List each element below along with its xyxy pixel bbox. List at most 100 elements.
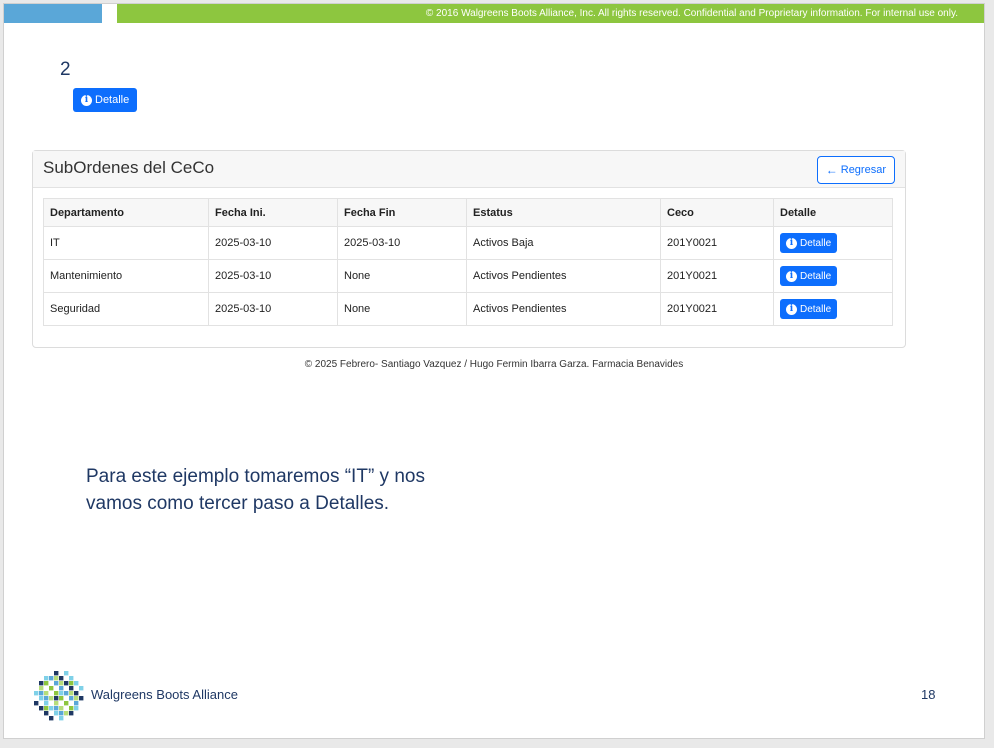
logo-tile bbox=[39, 706, 44, 711]
row-detail-button[interactable]: i Detalle bbox=[780, 299, 838, 319]
suborders-card: SubOrdenes del CeCo ← Regresar Departame… bbox=[32, 150, 906, 348]
logo-tile bbox=[49, 706, 54, 711]
header-copyright: © 2016 Walgreens Boots Alliance, Inc. Al… bbox=[117, 4, 984, 23]
logo-tile bbox=[69, 691, 74, 696]
logo-tile bbox=[59, 706, 64, 711]
cell-departamento: Mantenimiento bbox=[43, 259, 209, 293]
row-detail-button[interactable]: i Detalle bbox=[780, 233, 838, 253]
logo-tile bbox=[54, 701, 59, 706]
logo-tile bbox=[64, 671, 69, 676]
logo-tile bbox=[74, 681, 79, 686]
logo-tile bbox=[49, 686, 54, 691]
logo-tile bbox=[59, 691, 64, 696]
cell-fecha-fin: None bbox=[337, 292, 467, 326]
caption-text: Para este ejemplo tomaremos “IT” y nos v… bbox=[86, 466, 425, 514]
logo-tile bbox=[44, 676, 49, 681]
logo-tile bbox=[39, 681, 44, 686]
logo-tile bbox=[69, 686, 74, 691]
table-row: IT 2025-03-10 2025-03-10 Activos Baja 20… bbox=[43, 226, 893, 260]
logo-tile bbox=[74, 701, 79, 706]
back-button-label: Regresar bbox=[840, 164, 886, 176]
info-icon: i bbox=[786, 270, 797, 282]
logo-tile bbox=[54, 676, 59, 681]
cell-departamento: Seguridad bbox=[43, 292, 209, 326]
cell-fecha-fin: None bbox=[337, 259, 467, 293]
logo-tile bbox=[64, 681, 69, 686]
header-ceco: Ceco bbox=[660, 198, 774, 227]
logo-tile bbox=[44, 691, 49, 696]
logo-tile bbox=[59, 676, 64, 681]
logo-tile bbox=[44, 681, 49, 686]
cell-estatus: Activos Pendientes bbox=[466, 259, 661, 293]
header-departamento: Departamento bbox=[43, 198, 209, 227]
detail-button-label: Detalle bbox=[95, 94, 130, 106]
logo-tile bbox=[34, 701, 39, 706]
logo-tile bbox=[64, 711, 69, 716]
logo-tile bbox=[59, 716, 64, 721]
header-fecha-ini: Fecha Ini. bbox=[208, 198, 338, 227]
row-detail-label: Detalle bbox=[800, 237, 832, 249]
cell-fecha-ini: 2025-03-10 bbox=[208, 259, 338, 293]
info-icon: i bbox=[786, 237, 797, 249]
logo-tile bbox=[69, 681, 74, 686]
table-header-row: Departamento Fecha Ini. Fecha Fin Estatu… bbox=[43, 198, 893, 227]
logo-tile bbox=[44, 696, 49, 701]
logo-tile bbox=[54, 681, 59, 686]
logo-tile bbox=[39, 686, 44, 691]
logo-tile bbox=[59, 681, 64, 686]
back-button[interactable]: ← Regresar bbox=[816, 156, 895, 184]
logo-tile bbox=[54, 711, 59, 716]
card-header: SubOrdenes del CeCo ← Regresar bbox=[33, 151, 905, 188]
logo-tile bbox=[69, 696, 74, 701]
logo-tile bbox=[39, 691, 44, 696]
walgreens-boots-alliance-logo-icon bbox=[34, 671, 84, 721]
logo-tile bbox=[79, 686, 84, 691]
header-bar-blue bbox=[4, 4, 102, 23]
logo-tile bbox=[69, 706, 74, 711]
cell-fecha-fin: 2025-03-10 bbox=[337, 226, 467, 260]
info-icon: i bbox=[81, 94, 92, 106]
table-row: Mantenimiento 2025-03-10 None Activos Pe… bbox=[43, 259, 893, 293]
cell-detalle: i Detalle bbox=[773, 226, 893, 260]
detail-button[interactable]: i Detalle bbox=[73, 88, 138, 112]
cell-ceco: 201Y0021 bbox=[660, 259, 774, 293]
row-detail-button[interactable]: i Detalle bbox=[780, 266, 838, 286]
logo-tile bbox=[74, 706, 79, 711]
logo-tile bbox=[49, 696, 54, 701]
logo-tile bbox=[64, 701, 69, 706]
logo-tile bbox=[74, 691, 79, 696]
logo-tile bbox=[69, 676, 74, 681]
cell-fecha-ini: 2025-03-10 bbox=[208, 292, 338, 326]
logo-tile bbox=[59, 686, 64, 691]
logo-tile bbox=[49, 716, 54, 721]
cell-fecha-ini: 2025-03-10 bbox=[208, 226, 338, 260]
cell-estatus: Activos Baja bbox=[466, 226, 661, 260]
header-estatus: Estatus bbox=[466, 198, 661, 227]
cell-ceco: 201Y0021 bbox=[660, 226, 774, 260]
logo-tile bbox=[59, 711, 64, 716]
logo-tile bbox=[44, 706, 49, 711]
arrow-left-icon: ← bbox=[825, 163, 838, 177]
table-row: Seguridad 2025-03-10 None Activos Pendie… bbox=[43, 292, 893, 326]
cell-estatus: Activos Pendientes bbox=[466, 292, 661, 326]
logo-tile bbox=[54, 706, 59, 711]
card-title: SubOrdenes del CeCo bbox=[43, 158, 215, 177]
step-number: 2 bbox=[60, 59, 71, 80]
logo-tile bbox=[44, 701, 49, 706]
logo-tile bbox=[39, 696, 44, 701]
row-detail-label: Detalle bbox=[800, 303, 832, 315]
row-detail-label: Detalle bbox=[800, 270, 832, 282]
cell-departamento: IT bbox=[43, 226, 209, 260]
cell-ceco: 201Y0021 bbox=[660, 292, 774, 326]
cell-detalle: i Detalle bbox=[773, 292, 893, 326]
logo-tile bbox=[74, 696, 79, 701]
logo-tile bbox=[64, 691, 69, 696]
logo-tile bbox=[54, 696, 59, 701]
info-icon: i bbox=[786, 303, 797, 315]
logo-text: Walgreens Boots Alliance bbox=[91, 687, 238, 702]
page-number: 18 bbox=[921, 687, 936, 702]
header-detalle: Detalle bbox=[773, 198, 893, 227]
header-fecha-fin: Fecha Fin bbox=[337, 198, 467, 227]
logo-tile bbox=[44, 711, 49, 716]
suborders-table: Departamento Fecha Ini. Fecha Fin Estatu… bbox=[43, 198, 893, 326]
